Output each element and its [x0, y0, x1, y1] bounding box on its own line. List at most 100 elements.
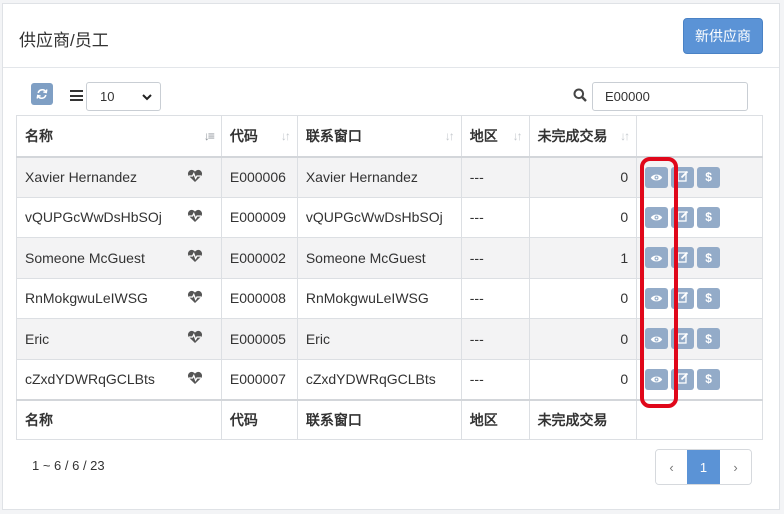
- cell-region: ---: [460, 156, 530, 198]
- table-row: Someone McGuest E000002 Someone McGuest ---…: [16, 237, 763, 279]
- view-button[interactable]: [645, 287, 669, 309]
- cell-open-deals: 0: [528, 277, 638, 319]
- dollar-button[interactable]: $: [697, 287, 721, 309]
- cell-name: Someone McGuest: [16, 237, 222, 279]
- edit-button[interactable]: [671, 206, 695, 228]
- supplier-name[interactable]: Xavier Hernandez: [25, 169, 137, 185]
- edit-button[interactable]: [671, 328, 695, 350]
- cell-code: E000007: [220, 358, 298, 400]
- page-button-current[interactable]: 1: [687, 450, 720, 484]
- eye-icon: [650, 290, 663, 306]
- edit-icon: [676, 209, 689, 225]
- column-header-open-deals[interactable]: 未完成交易 ↓↑: [528, 115, 638, 158]
- footer-label-code: 代码: [220, 398, 298, 440]
- cell-code: E000006: [220, 156, 298, 198]
- sort-icon: ↓↑: [512, 129, 523, 143]
- cell-contact: RnMokgwuLeIWSG: [296, 277, 462, 319]
- edit-button[interactable]: [671, 166, 695, 188]
- cell-contact: Xavier Hernandez: [296, 156, 462, 198]
- edit-button[interactable]: [671, 287, 695, 309]
- table-row: RnMokgwuLeIWSG E000008 RnMokgwuLeIWSG --- 0 $: [16, 277, 763, 319]
- footer-label-region: 地区: [460, 398, 530, 440]
- sort-icon: ↓↑: [280, 129, 291, 143]
- heartbeat-icon[interactable]: [187, 169, 203, 186]
- dollar-icon: $: [705, 210, 712, 225]
- view-button[interactable]: [645, 166, 669, 188]
- heartbeat-icon[interactable]: [187, 371, 203, 388]
- footer-label-name: 名称: [16, 398, 222, 440]
- table-row: Eric E000005 Eric --- 0 $: [16, 318, 763, 360]
- cell-code: E000005: [220, 318, 298, 360]
- dollar-icon: $: [705, 331, 712, 346]
- list-icon: [70, 90, 83, 101]
- column-header-code[interactable]: 代码 ↓↑: [220, 115, 298, 158]
- cell-actions: $: [636, 277, 763, 319]
- cell-actions: $: [636, 156, 763, 198]
- supplier-name[interactable]: Someone McGuest: [25, 250, 145, 266]
- new-supplier-button[interactable]: 新供应商: [683, 18, 763, 54]
- cell-contact: Eric: [296, 318, 462, 360]
- column-header-region[interactable]: 地区 ↓↑: [460, 115, 530, 158]
- column-header-actions: [636, 115, 763, 158]
- cell-open-deals: 1: [528, 237, 638, 279]
- supplier-name[interactable]: Eric: [25, 331, 49, 347]
- view-button[interactable]: [645, 206, 669, 228]
- column-header-contact[interactable]: 联系窗口 ↓↑: [296, 115, 462, 158]
- view-button[interactable]: [645, 368, 669, 390]
- cell-region: ---: [460, 237, 530, 279]
- cell-open-deals: 0: [528, 196, 638, 238]
- heartbeat-icon[interactable]: [187, 209, 203, 226]
- table-row: cZxdYDWRqGCLBts E000007 cZxdYDWRqGCLBts ---…: [16, 358, 763, 400]
- cell-region: ---: [460, 318, 530, 360]
- edit-button[interactable]: [671, 247, 695, 269]
- column-header-name[interactable]: 名称 ↓≡: [16, 115, 222, 158]
- footer-label-open-deals: 未完成交易: [528, 398, 638, 440]
- dollar-button[interactable]: $: [697, 166, 721, 188]
- pagination-summary: 1 ~ 6 / 6 / 23: [32, 458, 105, 473]
- cell-name: Eric: [16, 318, 222, 360]
- search-input[interactable]: E00000: [592, 82, 748, 111]
- sort-desc-icon: ↓≡: [203, 129, 215, 143]
- cell-contact: Someone McGuest: [296, 237, 462, 279]
- refresh-button[interactable]: [31, 83, 53, 105]
- heartbeat-icon[interactable]: [187, 330, 203, 347]
- search-icon: [573, 88, 587, 102]
- dollar-button[interactable]: $: [697, 368, 721, 390]
- heartbeat-icon[interactable]: [187, 290, 203, 307]
- dollar-button[interactable]: $: [697, 247, 721, 269]
- supplier-name[interactable]: RnMokgwuLeIWSG: [25, 290, 148, 306]
- footer-label-contact: 联系窗口: [296, 398, 462, 440]
- cell-contact: cZxdYDWRqGCLBts: [296, 358, 462, 400]
- cell-actions: $: [636, 237, 763, 279]
- cell-code: E000008: [220, 277, 298, 319]
- supplier-name[interactable]: cZxdYDWRqGCLBts: [25, 371, 155, 387]
- cell-code: E000002: [220, 237, 298, 279]
- page-title: 供应商/员工: [19, 31, 109, 50]
- next-page-button[interactable]: ›: [720, 450, 751, 484]
- cell-actions: $: [636, 318, 763, 360]
- cell-name: Xavier Hernandez: [16, 156, 222, 198]
- heartbeat-icon[interactable]: [187, 249, 203, 266]
- edit-icon: [676, 250, 689, 266]
- view-button[interactable]: [645, 247, 669, 269]
- page-size-select[interactable]: 10: [86, 82, 161, 111]
- edit-icon: [676, 331, 689, 347]
- dollar-icon: $: [705, 372, 712, 386]
- table-row: Xavier Hernandez E000006 Xavier Hernandez -…: [16, 156, 763, 198]
- supplier-name[interactable]: vQUPGcWwDsHbSOj: [25, 209, 162, 225]
- view-button[interactable]: [645, 328, 669, 350]
- eye-icon: [650, 169, 663, 185]
- cell-code: E000009: [220, 196, 298, 238]
- chevron-down-icon: [142, 94, 152, 101]
- prev-page-button[interactable]: ‹: [656, 450, 687, 484]
- edit-icon: [676, 371, 689, 387]
- suppliers-table: 名称 ↓≡ 代码 ↓↑ 联系窗口 ↓↑ 地区 ↓↑ 未完成交易 ↓↑ Xavier Her…: [16, 115, 763, 440]
- footer-label-actions: [636, 398, 763, 440]
- edit-icon: [676, 169, 689, 185]
- dollar-button[interactable]: $: [697, 328, 721, 350]
- edit-button[interactable]: [671, 368, 695, 390]
- sort-icon: ↓↑: [444, 129, 455, 143]
- cell-open-deals: 0: [528, 358, 638, 400]
- cell-open-deals: 0: [528, 156, 638, 198]
- dollar-button[interactable]: $: [697, 206, 721, 228]
